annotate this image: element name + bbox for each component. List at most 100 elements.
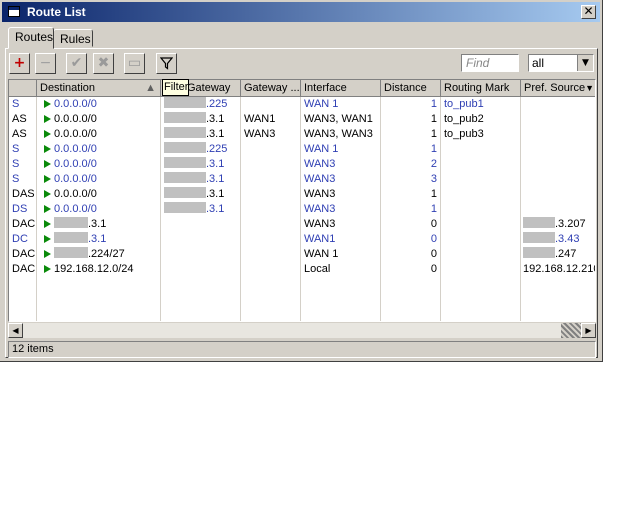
- col-header-flags[interactable]: [9, 80, 37, 97]
- status-bar: 12 items: [8, 341, 596, 358]
- find-input[interactable]: Find: [461, 54, 519, 72]
- table-row[interactable]: S 0.0.0.0/0 .225 WAN 1 1: [9, 142, 595, 157]
- destination-value: .224/27: [88, 248, 125, 260]
- cell-destination: 0.0.0.0/0: [44, 157, 159, 172]
- window-title: Route List: [27, 5, 86, 19]
- table-row[interactable]: DAC .3.1 WAN3 0 .3.207: [9, 217, 595, 232]
- cell-interface: WAN3: [304, 218, 336, 230]
- destination-value: .3.1: [88, 233, 107, 245]
- column-menu-icon[interactable]: ▼: [585, 80, 594, 96]
- route-active-icon: [44, 235, 51, 243]
- redacted-block: [164, 127, 206, 138]
- col-header-gateway-interface[interactable]: Gateway ...: [241, 80, 301, 97]
- cell-distance: 1: [430, 143, 437, 155]
- horizontal-scrollbar[interactable]: ◀ ▶: [8, 323, 596, 338]
- cell-gateway: [164, 262, 239, 277]
- cell-interface: WAN 1: [304, 98, 339, 110]
- cell-distance: 3: [430, 173, 437, 185]
- col-header-interface[interactable]: Interface: [301, 80, 381, 97]
- cell-gateway: .3.1: [164, 187, 239, 202]
- route-active-icon: [44, 115, 51, 123]
- cell-destination: 0.0.0.0/0: [44, 187, 159, 202]
- cell-pref-source: [523, 187, 595, 202]
- scroll-left-icon[interactable]: ◀: [8, 323, 23, 338]
- table-row[interactable]: DC .3.1 WAN1 0 .3.43: [9, 232, 595, 247]
- redacted-block: [164, 142, 206, 153]
- col-header-distance[interactable]: Distance: [381, 80, 441, 97]
- route-active-icon: [44, 220, 51, 228]
- close-button[interactable]: ✕: [581, 5, 596, 19]
- cell-gateway-interface: [244, 187, 299, 202]
- cell-gateway: .3.1: [164, 127, 239, 142]
- cell-pref-source: .247: [523, 247, 595, 262]
- enable-button[interactable]: ✔: [66, 53, 87, 74]
- filter-button[interactable]: [156, 53, 177, 74]
- col-header-pref-source[interactable]: Pref. Source ▼: [521, 80, 595, 97]
- scope-select[interactable]: all ▼: [528, 54, 594, 72]
- cell-destination: 0.0.0.0/0: [44, 142, 159, 157]
- cell-routing-mark: to_pub3: [444, 128, 484, 140]
- table-row[interactable]: S 0.0.0.0/0 .225 WAN 1 1 to_pub1: [9, 97, 595, 112]
- route-active-icon: [44, 130, 51, 138]
- destination-value: 0.0.0.0/0: [54, 143, 97, 155]
- chevron-down-icon[interactable]: ▼: [577, 55, 593, 71]
- gateway-value: .225: [206, 143, 228, 155]
- destination-value: 0.0.0.0/0: [54, 113, 97, 125]
- col-header-routing-mark[interactable]: Routing Mark: [441, 80, 521, 97]
- title-bar[interactable]: Route List ✕: [2, 2, 600, 22]
- col-header-gateway-label: Gateway: [187, 82, 231, 94]
- comment-button[interactable]: ▭: [124, 53, 145, 74]
- remove-button[interactable]: −: [35, 53, 56, 74]
- col-header-destination[interactable]: Destination ▲: [37, 80, 161, 97]
- destination-value: 0.0.0.0/0: [54, 128, 97, 140]
- tab-rules[interactable]: Rules: [53, 29, 93, 47]
- route-table: Destination ▲ Gateway Gateway ... Interf…: [8, 79, 596, 322]
- cell-gateway-interface: WAN1: [244, 113, 276, 125]
- cell-pref-source: [523, 127, 595, 142]
- cell-gateway-interface: [244, 172, 299, 187]
- redacted-block: [164, 187, 206, 198]
- table-row[interactable]: S 0.0.0.0/0 .3.1 WAN3 2: [9, 157, 595, 172]
- tab-routes[interactable]: Routes: [8, 27, 54, 49]
- cell-distance: 0: [430, 248, 437, 260]
- table-row[interactable]: DAC 192.168.12.0/24 Local 0 192.168.12.210: [9, 262, 595, 277]
- cell-flags: DAC: [12, 218, 36, 230]
- cell-gateway-interface: [244, 217, 299, 232]
- table-row[interactable]: S 0.0.0.0/0 .3.1 WAN3 3: [9, 172, 595, 187]
- cell-flags: DC: [12, 233, 28, 245]
- cell-gateway-interface: [244, 232, 299, 247]
- cell-interface: Local: [304, 263, 331, 275]
- cell-pref-source: .3.207: [523, 217, 595, 232]
- table-row[interactable]: AS 0.0.0.0/0 .3.1 WAN1 WAN3, WAN1 1 to_pub2: [9, 112, 595, 127]
- disable-button[interactable]: ✖: [93, 53, 114, 74]
- add-button[interactable]: +: [9, 53, 30, 74]
- cell-interface: WAN3: [304, 173, 336, 185]
- cell-destination: .224/27: [44, 247, 159, 262]
- cell-gateway: [164, 232, 239, 247]
- filter-icon: [159, 57, 174, 70]
- destination-value: 0.0.0.0/0: [54, 203, 97, 215]
- cell-pref-source: [523, 202, 595, 217]
- cell-flags: S: [12, 143, 20, 155]
- cell-routing-mark: [444, 142, 519, 157]
- table-row[interactable]: DAC .224/27 WAN 1 0 .247: [9, 247, 595, 262]
- table-row[interactable]: DAS 0.0.0.0/0 .3.1 WAN3 1: [9, 187, 595, 202]
- cell-gateway-interface: [244, 202, 299, 217]
- cell-gateway: [164, 247, 239, 262]
- cell-gateway: [164, 217, 239, 232]
- filter-tooltip: Filter: [162, 79, 189, 96]
- scroll-right-icon[interactable]: ▶: [581, 323, 596, 338]
- gateway-value: .3.1: [206, 203, 225, 215]
- redacted-block: [523, 217, 555, 228]
- cell-distance: 1: [430, 188, 437, 200]
- sort-asc-icon: ▲: [145, 82, 156, 94]
- col-header-destination-label: Destination: [40, 82, 96, 94]
- cell-pref-source: [523, 157, 595, 172]
- cell-destination: 0.0.0.0/0: [44, 172, 159, 187]
- table-row[interactable]: AS 0.0.0.0/0 .3.1 WAN3 WAN3, WAN3 1 to_pub3: [9, 127, 595, 142]
- cell-destination: 0.0.0.0/0: [44, 97, 159, 112]
- cell-distance: 0: [430, 263, 437, 275]
- cell-interface: WAN3, WAN3: [304, 128, 373, 140]
- cell-routing-mark: [444, 202, 519, 217]
- table-row[interactable]: DS 0.0.0.0/0 .3.1 WAN3 1: [9, 202, 595, 217]
